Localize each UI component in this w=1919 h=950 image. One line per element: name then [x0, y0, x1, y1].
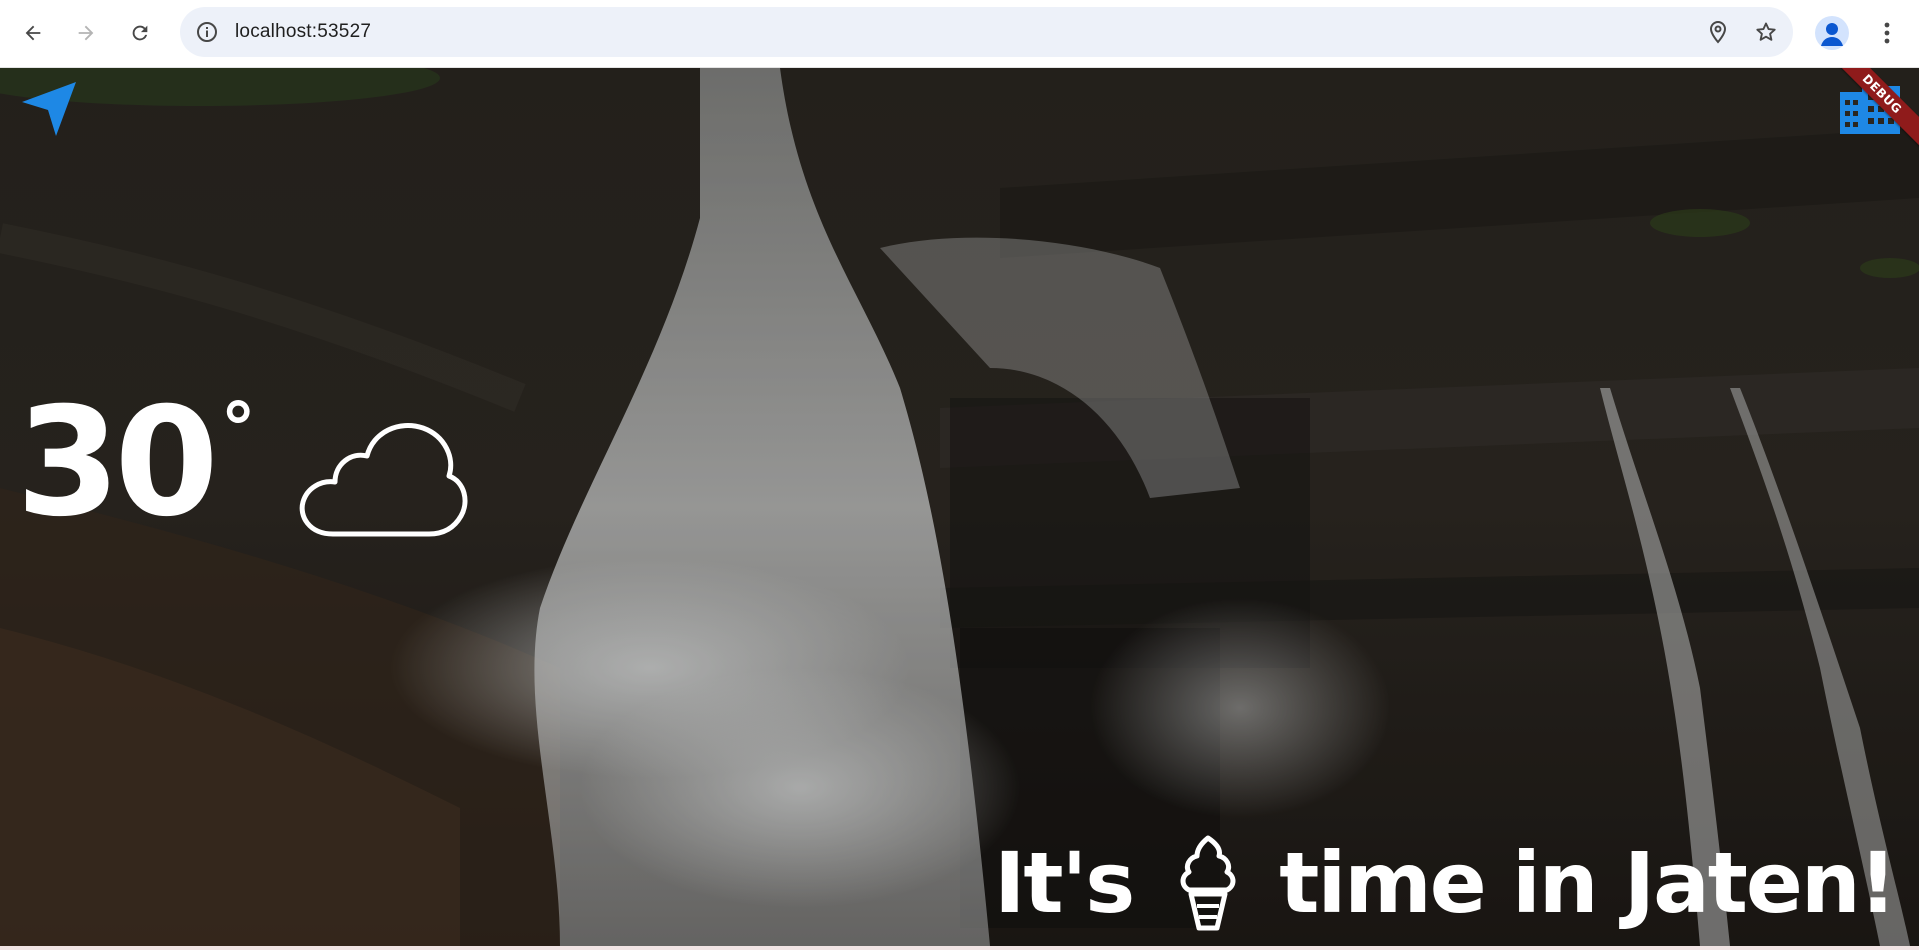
location-pin-icon[interactable] — [1706, 20, 1730, 44]
app-viewport: DEBUG 30 ° It's time in Jaten! — [0, 68, 1919, 946]
reload-button[interactable] — [121, 14, 159, 52]
temperature-value: 30 — [16, 376, 219, 550]
star-icon[interactable] — [1754, 20, 1778, 44]
weather-message: It's time in Jaten! — [994, 833, 1897, 933]
bottom-edge — [0, 946, 1919, 950]
message-prefix: It's — [994, 834, 1135, 932]
info-icon[interactable] — [195, 20, 219, 44]
arrow-right-icon — [78, 25, 94, 41]
ice-cream-icon — [1180, 835, 1236, 931]
temperature-display: 30 ° — [16, 388, 256, 538]
back-button[interactable] — [14, 14, 52, 52]
location-arrow-icon[interactable] — [18, 78, 80, 140]
address-bar[interactable]: localhost:53527 — [180, 7, 1793, 57]
forward-button[interactable] — [67, 14, 105, 52]
cloud-icon — [299, 423, 468, 537]
browser-toolbar: localhost:53527 — [0, 0, 1919, 68]
degree-symbol: ° — [220, 388, 256, 470]
waterfall-background-image — [0, 68, 1919, 946]
person-icon — [1821, 23, 1843, 46]
profile-button[interactable] — [1815, 16, 1849, 50]
arrow-left-icon — [25, 25, 41, 41]
vertical-dots-icon[interactable] — [1872, 18, 1902, 48]
reload-icon — [132, 25, 148, 41]
url-text[interactable]: localhost:53527 — [235, 21, 371, 43]
message-suffix: time in Jaten! — [1279, 834, 1897, 932]
